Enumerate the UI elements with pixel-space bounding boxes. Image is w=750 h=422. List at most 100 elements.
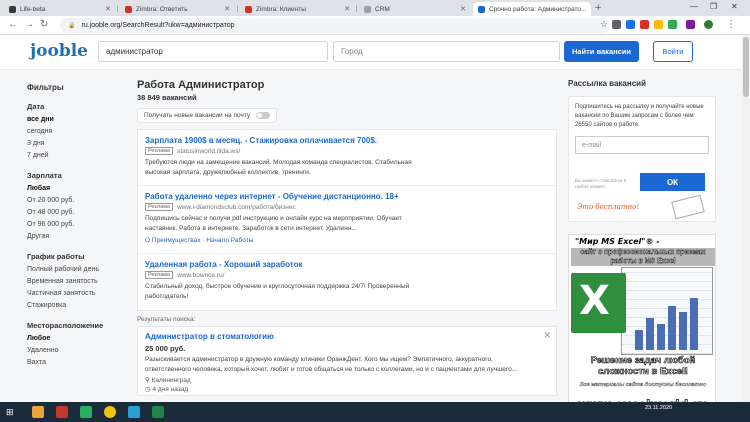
scrollbar-thumb[interactable]	[743, 37, 749, 97]
jooble-logo[interactable]: jooble	[30, 41, 88, 61]
windows-start-icon[interactable]: ⊞	[6, 407, 16, 417]
vacancy-location: ⚲ Калининград	[145, 377, 191, 384]
ad-url[interactable]: www.i-diamondsclub.com/работа/бизнес	[177, 204, 296, 211]
tab-life-beta[interactable]: Life-beta ✕	[4, 2, 116, 16]
close-tab-icon[interactable]: ✕	[456, 5, 466, 13]
filter-group-date: Дата все дни сегодня 3 дня 7 дней	[27, 102, 127, 162]
tab-favicon-icon	[245, 5, 252, 13]
menu-icon[interactable]: ⋮	[726, 19, 736, 30]
filter-item[interactable]: Любая	[27, 183, 127, 195]
page-title: Работа Администратор	[137, 79, 265, 91]
site-header: jooble администратор Город Найти ваканси…	[0, 35, 742, 70]
filter-item[interactable]: От 96 000 руб.	[27, 219, 127, 231]
vacancy-card[interactable]: ✕ Администратор в стоматологию 25 000 ру…	[137, 326, 557, 396]
filter-item[interactable]: Полный рабочий день	[27, 264, 127, 276]
page-content: jooble администратор Город Найти ваканси…	[0, 35, 742, 402]
excel-banner[interactable]: "Мир MS Excel"® - сайт о профессиональны…	[568, 234, 716, 402]
avatar[interactable]	[704, 20, 713, 29]
ad-sitelinks[interactable]: О Преимуществах · Начало Работы	[145, 237, 549, 244]
tab-zimbra-clients[interactable]: Zimbra: Клиенты ✕	[240, 2, 355, 16]
filter-item[interactable]: Любое	[27, 333, 127, 345]
close-tab-icon[interactable]: ✕	[340, 5, 350, 13]
tab-favicon-icon	[364, 5, 371, 13]
sidebar: Рассылка вакансий Подпишитесь на рассылк…	[568, 79, 716, 402]
close-tab-icon[interactable]: ✕	[101, 5, 111, 13]
extension-icon[interactable]	[640, 20, 649, 29]
envelope-icon	[671, 194, 705, 220]
file-explorer-icon[interactable]	[32, 406, 44, 418]
browser-toolbar: ← → ↻ 🔒 ru.jooble.org/SearchResult?ukw=а…	[0, 16, 750, 35]
app-icon[interactable]	[80, 406, 92, 418]
maximize-icon[interactable]: ❐	[710, 2, 717, 11]
excel-icon[interactable]	[152, 406, 164, 418]
tab-zimbra-reply[interactable]: Zimbra: Ответить ✕	[120, 2, 235, 16]
ad-url[interactable]: statusinworld.tilda.ws/	[177, 148, 240, 155]
ad-title-link[interactable]: Работа удаленно через интернет - Обучени…	[145, 192, 549, 201]
extension-icon[interactable]	[686, 20, 695, 29]
extension-icon[interactable]	[668, 20, 677, 29]
address-bar[interactable]: 🔒 ru.jooble.org/SearchResult?ukw=админис…	[60, 18, 610, 33]
filter-item[interactable]: Временная занятость	[27, 276, 127, 288]
ad-tag: Реклама	[145, 147, 174, 155]
free-label: Это бесплатно!	[577, 203, 640, 211]
login-button[interactable]: Войти	[653, 41, 693, 62]
ad-url[interactable]: www.bownce.ru/	[177, 272, 224, 279]
email-subscribe-toggle[interactable]: Получать новые вакансии на почту	[137, 108, 277, 123]
filter-item[interactable]: Частичная занятость	[27, 288, 127, 300]
scrollbar[interactable]	[742, 35, 750, 402]
filter-item[interactable]: 3 дня	[27, 138, 127, 150]
search-input[interactable]: администратор	[98, 41, 328, 62]
extension-icon[interactable]	[626, 20, 635, 29]
minimize-icon[interactable]: —	[690, 2, 698, 11]
filter-group-salary: Зарплата Любая От 20 000 руб. От 48 000 …	[27, 171, 127, 243]
filter-item[interactable]: От 48 000 руб.	[27, 207, 127, 219]
filter-item[interactable]: все дни	[27, 114, 127, 126]
close-icon[interactable]: ✕	[543, 330, 551, 341]
browser-tab-strip: Life-beta ✕ Zimbra: Ответить ✕ Zimbra: Кли…	[0, 0, 750, 16]
back-icon[interactable]: ←	[8, 19, 18, 30]
tab-favicon-icon	[9, 5, 16, 13]
city-input[interactable]: Город	[333, 41, 560, 62]
tab-crm[interactable]: CRM ✕	[359, 2, 471, 16]
vacancy-title-link[interactable]: Администратор в стоматологию	[145, 332, 549, 341]
forward-icon[interactable]: →	[24, 19, 34, 30]
filter-item[interactable]: 7 дней	[27, 150, 127, 162]
ok-button[interactable]: ОК	[640, 173, 705, 191]
bar-graphic	[635, 295, 705, 350]
sidebar-title: Рассылка вакансий	[568, 79, 646, 88]
ad-title-link[interactable]: Удаленная работа - Хороший заработок	[145, 260, 549, 269]
ad-tag: Реклама	[145, 203, 174, 211]
vacancy-time: ◷ 4 дня назад	[145, 386, 189, 393]
find-jobs-button[interactable]: Найти вакансии	[564, 41, 639, 62]
toggle-switch[interactable]	[256, 112, 270, 119]
close-tab-icon[interactable]: ✕	[586, 5, 591, 13]
results-label: Результаты поиска:	[137, 316, 196, 323]
extension-icon[interactable]	[612, 20, 621, 29]
ad-item: Зарплата 1900$ в месяц. - Стажировка опл…	[138, 130, 556, 186]
filters-panel: Фильтры Дата все дни сегодня 3 дня 7 дне…	[27, 83, 127, 378]
extension-icon[interactable]	[654, 20, 663, 29]
filter-item[interactable]: сегодня	[27, 126, 127, 138]
telegram-icon[interactable]	[128, 406, 140, 418]
bookmark-star-icon[interactable]: ☆	[600, 19, 608, 30]
chrome-icon[interactable]	[104, 406, 116, 418]
close-window-icon[interactable]: ✕	[731, 2, 738, 11]
filter-item[interactable]: Вахта	[27, 357, 127, 369]
filter-item[interactable]: Другая	[27, 231, 127, 243]
filter-group-location: Месторасположение Любое Удаленно Вахта	[27, 321, 127, 369]
app-icon[interactable]	[56, 406, 68, 418]
system-clock[interactable]: 23.11.2020	[645, 405, 672, 412]
ad-title-link[interactable]: Зарплата 1900$ в месяц. - Стажировка опл…	[145, 136, 549, 145]
new-tab-icon[interactable]: +	[595, 2, 601, 14]
lock-icon: 🔒	[68, 23, 76, 29]
email-field[interactable]: e-mail	[575, 136, 709, 154]
close-tab-icon[interactable]: ✕	[220, 5, 230, 13]
filter-item[interactable]: Стажировка	[27, 300, 127, 312]
vacancy-count: 38 849 вакансий	[137, 93, 197, 102]
reload-icon[interactable]: ↻	[40, 19, 48, 30]
filter-group-schedule: График работы Полный рабочий день Времен…	[27, 252, 127, 312]
tab-jooble-active[interactable]: Срочно работа: Администрато...✕	[473, 2, 591, 16]
filter-item[interactable]: Удаленно	[27, 345, 127, 357]
tab-favicon-icon	[125, 5, 132, 13]
filter-item[interactable]: От 20 000 руб.	[27, 195, 127, 207]
